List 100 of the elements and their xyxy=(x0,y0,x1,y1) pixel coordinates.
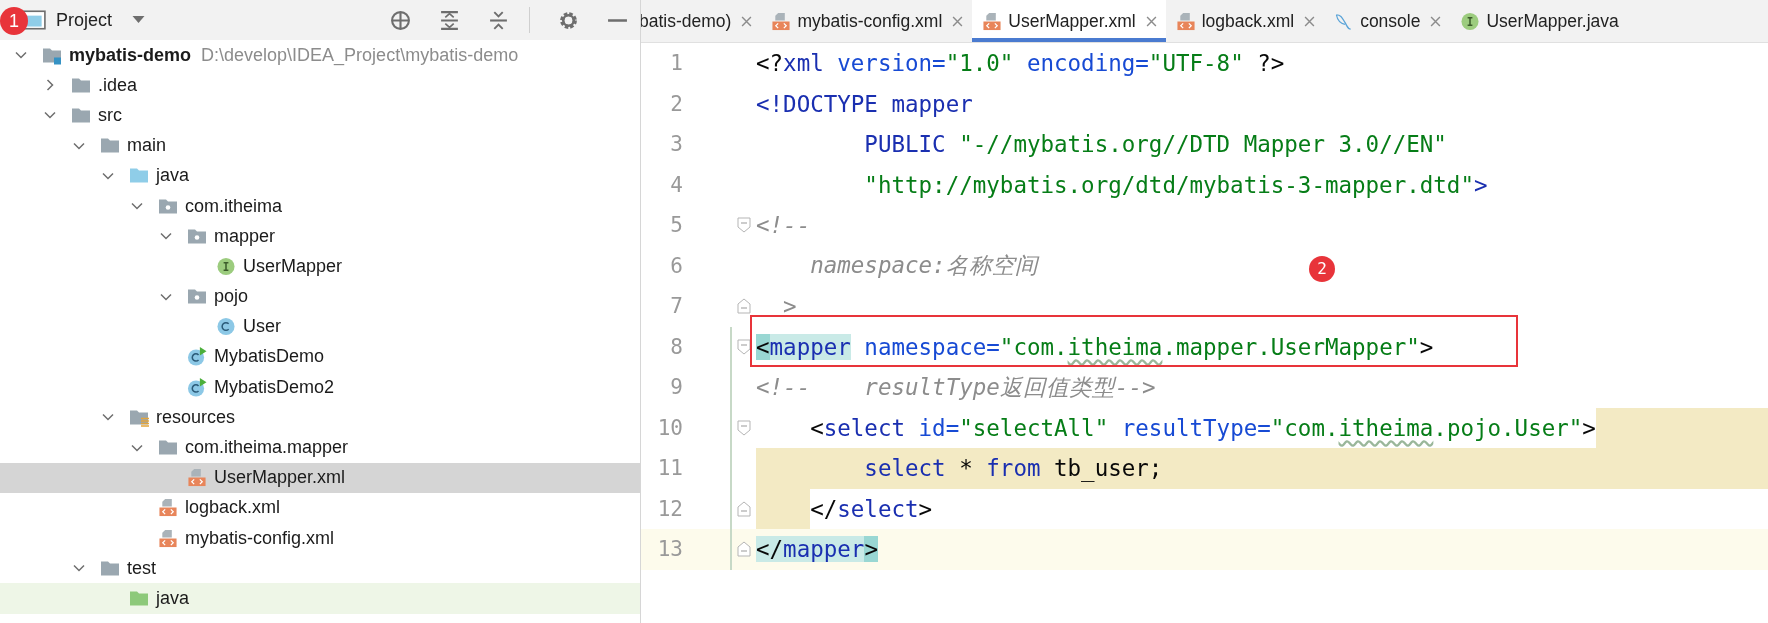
line-number: 6 xyxy=(669,253,683,278)
tree-row[interactable]: main xyxy=(0,130,640,161)
tree-item-label: User xyxy=(243,316,281,338)
tree-item-label: mybatis-demo xyxy=(69,44,192,66)
tree-item-label: mapper xyxy=(214,225,276,247)
line-number: 5 xyxy=(669,213,683,238)
code-line: > xyxy=(782,293,797,320)
collapse-all-icon[interactable] xyxy=(488,9,509,31)
step-badge: 2 xyxy=(1309,255,1335,282)
tree-row[interactable]: java xyxy=(0,583,640,614)
line-number: 12 xyxy=(656,496,683,521)
xml-file-icon xyxy=(187,468,207,488)
code-line: namespace:名称空间 xyxy=(809,251,1038,281)
line-number: 8 xyxy=(669,334,683,359)
xml-file-icon xyxy=(982,11,1003,31)
code-line: <!-- resultType返回值类型--> xyxy=(756,372,1156,402)
xml-file-icon xyxy=(158,498,178,518)
xml-file-icon xyxy=(158,528,178,548)
tree-item-label: com.itheima.mapper xyxy=(185,437,349,459)
line-number: 1 xyxy=(669,51,683,76)
step-badge: 1 xyxy=(0,7,28,35)
editor-tab[interactable]: logback.xml xyxy=(1165,0,1325,42)
tree-item-label: main xyxy=(127,135,166,157)
tree-item-label: com.itheima xyxy=(185,195,283,217)
code-line: "http://mybatis.org/dtd/mybatis-3-mapper.dtd"> xyxy=(863,171,1488,198)
tree-item-label: mybatis-config.xml xyxy=(185,527,335,549)
tree-row[interactable]: mybatis-config.xml xyxy=(0,523,640,554)
editor-tab[interactable]: mybatis-config.xml xyxy=(761,0,973,42)
editor-tab[interactable]: console xyxy=(1324,0,1451,42)
line-number: 2 xyxy=(669,91,683,116)
folder-icon xyxy=(129,166,149,186)
tree-item-label: resources xyxy=(156,406,236,428)
code-line: PUBLIC "-//mybatis.org//DTD Mapper 3.0//EN" xyxy=(863,131,1447,158)
xml-file-icon xyxy=(771,11,792,31)
tree-item-label: test xyxy=(127,557,156,579)
tree-item-label: java xyxy=(156,587,190,609)
tree-row[interactable]: UserMapper.xml xyxy=(0,462,640,493)
line-number: 9 xyxy=(669,375,683,400)
folder-icon xyxy=(100,136,120,156)
runnable-class-icon xyxy=(187,377,207,397)
crosshair-icon[interactable] xyxy=(390,9,411,31)
fold-icon[interactable] xyxy=(737,338,751,355)
tree-row[interactable]: MybatisDemo xyxy=(0,341,640,373)
tree-item-label: src xyxy=(98,104,122,126)
tree-item-label: MybatisDemo2 xyxy=(214,376,335,398)
editor-tab[interactable]: UserMapper.java xyxy=(1450,0,1628,42)
line-number: 3 xyxy=(669,132,683,157)
tree-item-label: pojo xyxy=(214,286,249,308)
tree-item-label: logback.xml xyxy=(185,497,281,519)
package-folder-icon xyxy=(187,287,207,307)
tree-row[interactable]: mybatis-demo D:\develop\IDEA_Project\mybatis-demo xyxy=(0,40,640,71)
line-number: 13 xyxy=(656,537,683,562)
tree-row[interactable]: logback.xml xyxy=(0,492,640,523)
tree-item-label: .idea xyxy=(98,74,138,96)
tree-row[interactable]: resources xyxy=(0,402,640,433)
code-line: <!DOCTYPE mapper xyxy=(756,90,973,117)
panel-title[interactable]: Project xyxy=(56,9,113,31)
settings-icon[interactable] xyxy=(558,9,579,31)
line-number: 10 xyxy=(656,415,683,440)
project-path: D:\develop\IDEA_Project\mybatis-demo xyxy=(201,44,519,66)
code-line: select * from tb_user; xyxy=(863,455,1163,482)
code-line: <?xml version="1.0" encoding="UTF-8" ?> xyxy=(756,50,1285,77)
tree-row[interactable]: .idea xyxy=(0,70,640,101)
close-icon[interactable] xyxy=(1304,15,1316,27)
tree-row[interactable]: UserMapper xyxy=(0,251,640,282)
close-icon[interactable] xyxy=(1430,15,1442,27)
editor-tab[interactable]: batis-demo) xyxy=(639,0,762,42)
xml-file-icon xyxy=(1175,11,1196,31)
close-icon[interactable] xyxy=(741,15,753,27)
line-number: 11 xyxy=(656,456,683,481)
tree-row[interactable]: User xyxy=(0,311,640,342)
editor-tab[interactable]: UserMapper.xml xyxy=(972,0,1166,42)
close-icon[interactable] xyxy=(952,15,964,27)
tree-row[interactable]: mapper xyxy=(0,221,640,252)
tree-row[interactable]: com.itheima xyxy=(0,190,640,222)
tree-row[interactable]: src xyxy=(0,100,640,131)
line-number: 7 xyxy=(669,294,683,319)
line-number: 4 xyxy=(669,172,683,197)
tree-row[interactable]: MybatisDemo2 xyxy=(0,372,640,403)
code-line: <!-- xyxy=(756,212,811,239)
tree-row[interactable]: java xyxy=(0,160,640,191)
code-line: </mapper> xyxy=(756,536,878,563)
tree-item-label: UserMapper xyxy=(243,255,343,277)
code-line: <mapper namespace="com.itheima.mapper.UserMapper"> xyxy=(756,333,1434,360)
close-icon[interactable] xyxy=(1145,15,1157,27)
code-line: </select> xyxy=(810,495,933,522)
interface-icon xyxy=(216,256,236,276)
tree-row[interactable]: com.itheima.mapper xyxy=(0,432,640,463)
expand-all-icon[interactable] xyxy=(439,9,460,31)
folder-icon xyxy=(158,438,178,458)
code-line: <select id="selectAll" resultType="com.itheima.pojo.User"> xyxy=(809,414,1596,441)
tree-row[interactable]: pojo xyxy=(0,281,640,312)
tree-item-label: java xyxy=(156,165,190,187)
caret-down-icon[interactable] xyxy=(132,16,146,24)
interface-icon xyxy=(1460,11,1481,31)
class-icon xyxy=(216,317,236,337)
tree-row[interactable]: test xyxy=(0,553,640,584)
tree-item-label: UserMapper.xml xyxy=(214,467,346,489)
runnable-class-icon xyxy=(187,347,207,367)
tree-item-label: MybatisDemo xyxy=(214,346,325,368)
